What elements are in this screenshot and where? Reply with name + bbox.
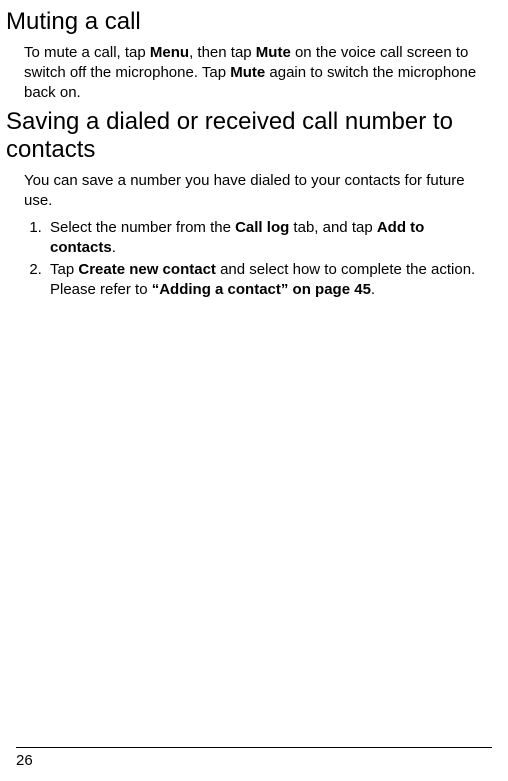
heading-muting-call: Muting a call	[6, 8, 492, 37]
text: Tap	[50, 261, 78, 278]
text: .	[371, 281, 375, 298]
mute-label-2: Mute	[230, 64, 265, 81]
text: tab, and tap	[289, 219, 377, 236]
call-log-label: Call log	[235, 219, 289, 236]
menu-label: Menu	[150, 44, 189, 61]
mute-label: Mute	[256, 44, 291, 61]
page-footer: 26	[16, 747, 492, 769]
create-new-contact-label: Create new contact	[78, 261, 216, 278]
paragraph-muting: To mute a call, tap Menu, then tap Mute …	[24, 43, 492, 104]
list-item: Select the number from the Call log tab,…	[46, 218, 492, 259]
text: , then tap	[189, 44, 256, 61]
text: To mute a call, tap	[24, 44, 150, 61]
heading-saving-number: Saving a dialed or received call number …	[6, 108, 492, 166]
text: Select the number from the	[50, 219, 235, 236]
paragraph-saving-intro: You can save a number you have dialed to…	[24, 171, 492, 212]
footer-divider	[16, 747, 492, 748]
text: .	[112, 239, 116, 256]
page-number: 26	[16, 752, 492, 769]
list-item: Tap Create new contact and select how to…	[46, 260, 492, 301]
cross-reference-link[interactable]: “Adding a contact” on page 45	[152, 281, 371, 298]
steps-list: Select the number from the Call log tab,…	[24, 218, 492, 301]
